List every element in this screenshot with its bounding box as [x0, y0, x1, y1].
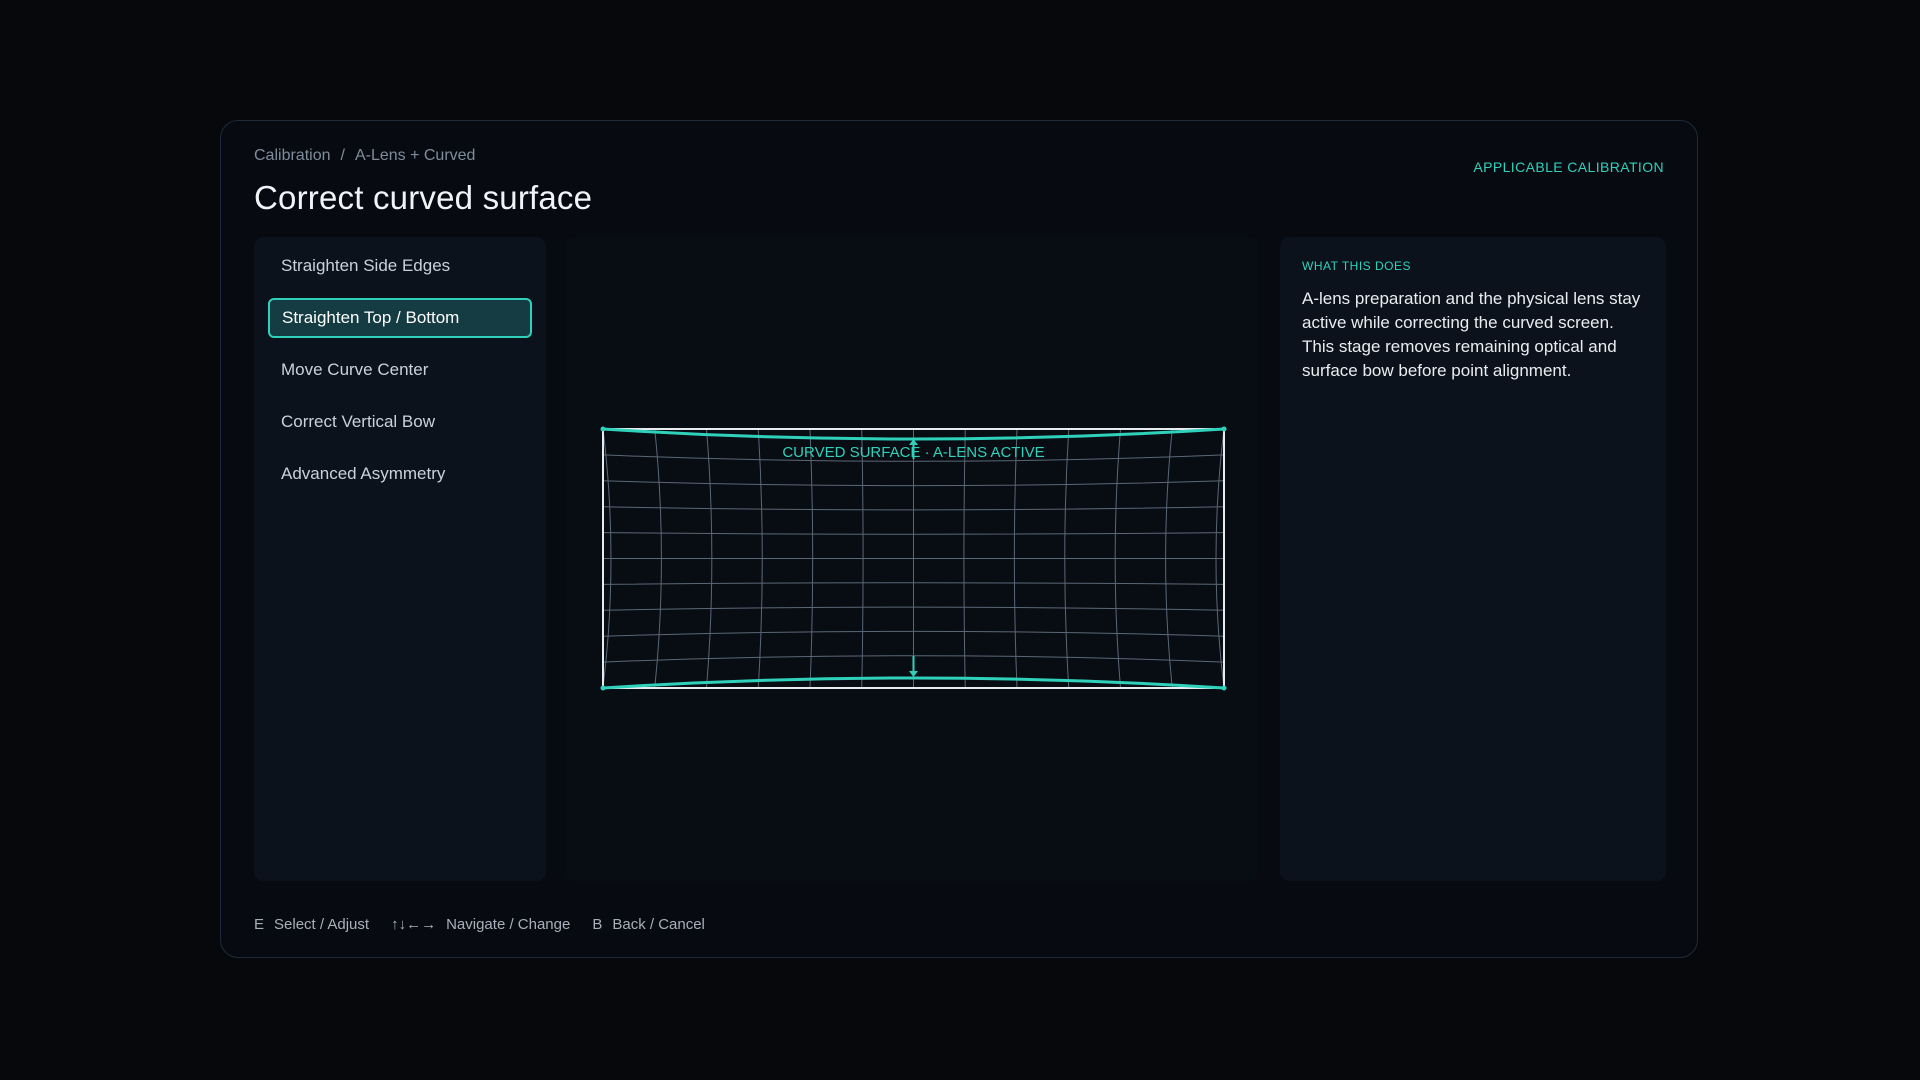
page-title: Correct curved surface — [254, 179, 593, 216]
info-heading: WHAT THIS DOES — [1302, 259, 1412, 273]
info-description: A-lens preparation and the physical lens… — [1302, 289, 1641, 380]
preview-status-label: CURVED SURFACE · A-LENS ACTIVE — [782, 444, 1044, 461]
down-arrow-icon — [909, 671, 918, 677]
corner-point-bottom-left[interactable] — [600, 685, 606, 691]
menu-item-advanced-asymmetry[interactable]: Advanced Asymmetry — [268, 454, 532, 494]
hint-back: B Back / Cancel — [592, 916, 705, 933]
menu-item-move-curve-center[interactable]: Move Curve Center — [268, 350, 532, 390]
preview-canvas: CURVED SURFACE · A-LENS ACTIVE — [600, 426, 1227, 691]
hint-select: E Select / Adjust — [254, 916, 369, 933]
menu-item-correct-vertical-bow[interactable]: Correct Vertical Bow — [268, 402, 532, 442]
breadcrumb-item-calibration[interactable]: Calibration — [254, 147, 330, 165]
menu-item-straighten-top-bottom[interactable]: Straighten Top / Bottom — [268, 298, 532, 338]
calibration-panel: Calibration / A-Lens + Curved Correct cu… — [220, 120, 1698, 958]
hint-select-label: Select / Adjust — [274, 916, 370, 933]
breadcrumb: Calibration / A-Lens + Curved — [254, 147, 475, 165]
corner-point-top-right[interactable] — [1221, 426, 1227, 432]
hint-navigate-label: Navigate / Change — [446, 916, 571, 933]
key-e-icon: E — [254, 916, 265, 933]
breadcrumb-separator: / — [340, 147, 345, 164]
breadcrumb-item-current: A-Lens + Curved — [354, 147, 476, 164]
corner-point-top-left[interactable] — [600, 426, 606, 432]
menu-item-straighten-side-edges[interactable]: Straighten Side Edges — [268, 246, 532, 286]
calibration-step-menu: Straighten Side Edges Straighten Top / B… — [254, 237, 546, 881]
controller-hints: E Select / Adjust ↑↓←→ Navigate / Change… — [254, 916, 727, 933]
warp-grid — [602, 428, 1225, 689]
curved-surface-preview[interactable]: CURVED SURFACE · A-LENS ACTIVE — [566, 237, 1258, 881]
key-b-icon: B — [592, 916, 603, 933]
corner-point-bottom-right[interactable] — [1221, 685, 1227, 691]
hint-navigate: ↑↓←→ Navigate / Change — [391, 916, 570, 933]
applicable-calibration-badge: APPLICABLE CALIBRATION — [1473, 159, 1664, 175]
info-card: WHAT THIS DOES A-lens preparation and th… — [1280, 237, 1666, 881]
hint-back-label: Back / Cancel — [612, 916, 705, 933]
dpad-arrows-icon: ↑↓←→ — [391, 916, 437, 933]
